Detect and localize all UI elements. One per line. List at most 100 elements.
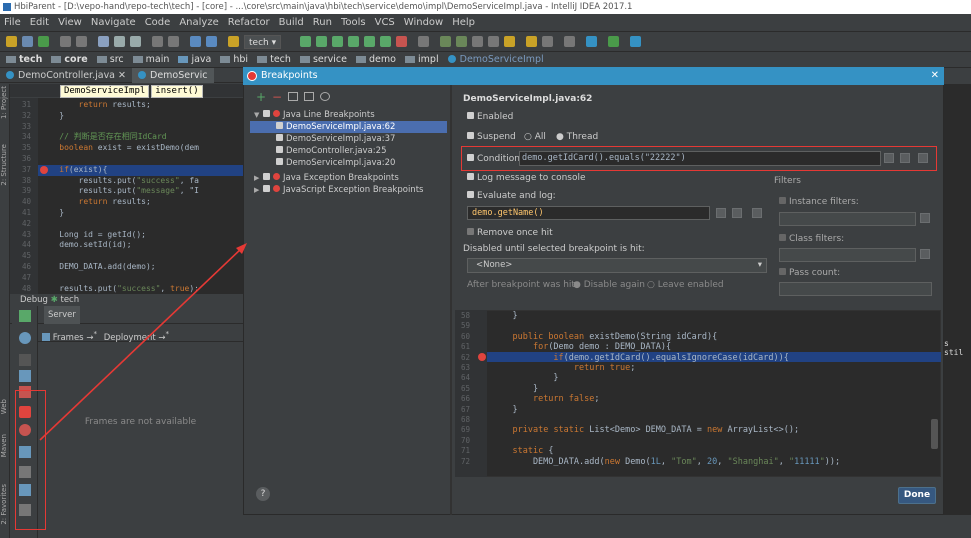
pass-count-input[interactable] <box>779 282 932 296</box>
tool-maven[interactable]: Maven <box>0 434 10 457</box>
sdk-icon[interactable] <box>564 36 575 47</box>
menu-window[interactable]: Window <box>404 17 443 28</box>
evaluate-log-checkbox[interactable]: Evaluate and log: <box>467 190 556 202</box>
close-icon[interactable]: ✕ <box>931 67 939 85</box>
plugin-icon[interactable] <box>630 36 641 47</box>
vcs-compare-icon[interactable] <box>472 36 483 47</box>
forward-icon[interactable] <box>206 36 217 47</box>
breakpoint-group[interactable]: ▶ Java Exception Breakpoints <box>250 172 447 184</box>
settings-icon[interactable] <box>542 36 553 47</box>
log-evaluate-icon[interactable] <box>752 208 762 218</box>
vcs-history-icon[interactable] <box>488 36 499 47</box>
tool-project[interactable]: 1: Project <box>0 86 10 119</box>
breakpoint-marker-icon[interactable] <box>40 166 48 174</box>
expand-arrow-icon[interactable]: ▼ <box>254 109 263 121</box>
checkbox-icon[interactable] <box>263 110 270 117</box>
remove-breakpoint-icon[interactable]: − <box>272 88 282 106</box>
suspend-thread-radio[interactable]: ● Thread <box>556 131 598 143</box>
breakpoint-item[interactable]: DemoController.java:25 <box>250 145 447 157</box>
project-structure-icon[interactable] <box>526 36 537 47</box>
checkbox-icon[interactable] <box>263 185 270 192</box>
collapse-arrow-icon[interactable]: ▶ <box>254 184 263 196</box>
run-config-selector[interactable]: tech ▾ <box>244 35 282 49</box>
run-icon[interactable] <box>300 36 311 47</box>
tool-web[interactable]: Web <box>0 399 10 414</box>
checkbox-checked-icon[interactable] <box>276 146 283 153</box>
group-by-class-icon[interactable] <box>320 92 330 101</box>
step-icon[interactable] <box>19 354 31 366</box>
log-history-icon[interactable] <box>732 208 742 218</box>
server-tab[interactable]: Server <box>44 306 80 324</box>
breakpoint-marker-icon[interactable] <box>478 353 486 361</box>
nav-item-tech-pkg[interactable]: tech <box>270 54 291 65</box>
nav-item-core[interactable]: core <box>64 54 87 65</box>
checkbox-checked-icon[interactable] <box>276 134 283 141</box>
instance-filters-checkbox[interactable]: Instance filters: <box>779 196 859 208</box>
checkbox-icon[interactable] <box>263 173 270 180</box>
coverage-icon[interactable] <box>332 36 343 47</box>
attach-icon[interactable] <box>364 36 375 47</box>
nav-item-impl[interactable]: impl <box>418 54 439 65</box>
nav-item-tech[interactable]: tech <box>19 54 42 65</box>
code-preview-scrollbar[interactable] <box>931 419 938 449</box>
disable-again-radio[interactable]: ● Disable again <box>573 279 645 291</box>
nav-item-class[interactable]: DemoServiceImpl <box>460 54 544 65</box>
checkbox-checked-icon[interactable] <box>276 122 283 129</box>
done-button[interactable]: Done <box>898 487 936 504</box>
suspend-checkbox[interactable]: Suspend <box>467 131 516 143</box>
menu-edit[interactable]: Edit <box>30 17 49 28</box>
stop-icon[interactable] <box>396 36 407 47</box>
refresh-icon[interactable] <box>19 332 31 344</box>
pause-program-icon[interactable] <box>19 370 31 382</box>
redo-icon[interactable] <box>76 36 87 47</box>
menu-navigate[interactable]: Navigate <box>91 17 136 28</box>
pause-icon[interactable] <box>418 36 429 47</box>
class-filters-input[interactable] <box>779 248 916 262</box>
crumb-method[interactable]: insert() <box>151 85 203 98</box>
suspend-all-radio[interactable]: ○ All <box>524 131 546 143</box>
menu-view[interactable]: View <box>58 17 82 28</box>
paste-icon[interactable] <box>130 36 141 47</box>
tab-democontroller[interactable]: DemoController.java ✕ <box>0 68 132 83</box>
enabled-checkbox[interactable]: Enabled <box>467 111 513 123</box>
group-by-package-icon[interactable] <box>288 92 298 101</box>
build-icon[interactable] <box>228 36 239 47</box>
find-icon[interactable] <box>152 36 163 47</box>
nav-item-service[interactable]: service <box>313 54 347 65</box>
menu-vcs[interactable]: VCS <box>375 17 395 28</box>
menu-code[interactable]: Code <box>145 17 171 28</box>
class-filters-checkbox[interactable]: Class filters: <box>779 233 844 245</box>
resume-icon[interactable] <box>19 310 31 322</box>
nav-item-java[interactable]: java <box>191 54 211 65</box>
remove-once-checkbox[interactable]: Remove once hit <box>467 227 553 239</box>
class-filters-browse-icon[interactable] <box>920 249 930 259</box>
replace-icon[interactable] <box>168 36 179 47</box>
nav-item-demo[interactable]: demo <box>369 54 396 65</box>
evaluate-log-input[interactable]: demo.getName() <box>467 206 710 220</box>
breakpoint-group[interactable]: ▶ JavaScript Exception Breakpoints <box>250 184 447 196</box>
vcs-commit-icon[interactable] <box>456 36 467 47</box>
leave-enabled-radio[interactable]: ○ Leave enabled <box>647 279 724 291</box>
open-folder-icon[interactable] <box>6 36 17 47</box>
breakpoint-item[interactable]: DemoServiceImpl.java:62 <box>250 121 447 133</box>
debug-icon[interactable] <box>316 36 327 47</box>
breakpoint-group[interactable]: ▼ Java Line Breakpoints <box>250 109 447 121</box>
collapse-arrow-icon[interactable]: ▶ <box>254 172 263 184</box>
profile-icon[interactable] <box>348 36 359 47</box>
sync-icon[interactable] <box>38 36 49 47</box>
back-icon[interactable] <box>190 36 201 47</box>
menu-run[interactable]: Run <box>313 17 332 28</box>
cut-icon[interactable] <box>98 36 109 47</box>
pass-count-checkbox[interactable]: Pass count: <box>779 267 840 279</box>
vcs-revert-icon[interactable] <box>504 36 515 47</box>
instance-filters-input[interactable] <box>779 212 916 226</box>
crumb-class[interactable]: DemoServiceImpl <box>60 85 150 98</box>
menu-refactor[interactable]: Refactor <box>228 17 270 28</box>
tool-favorites[interactable]: 2: Favorites <box>0 484 10 525</box>
breakpoint-item[interactable]: DemoServiceImpl.java:20 <box>250 157 447 169</box>
undo-icon[interactable] <box>60 36 71 47</box>
tab-demoserviceimpl[interactable]: DemoServic <box>132 68 214 83</box>
vcs-update-icon[interactable] <box>440 36 451 47</box>
menu-tools[interactable]: Tools <box>341 17 366 28</box>
breakpoint-item[interactable]: DemoServiceImpl.java:37 <box>250 133 447 145</box>
